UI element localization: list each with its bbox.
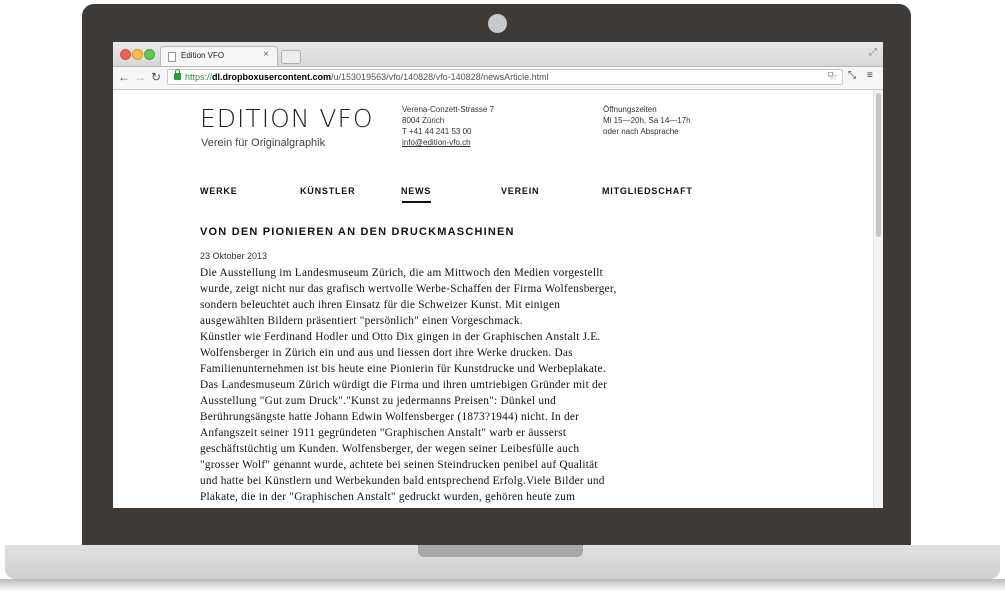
article-body: Die Ausstellung im Landesmuseum Zürich, …: [200, 265, 700, 505]
article-line: Das Landesmuseum Zürich würdigt die Firm…: [200, 379, 608, 391]
address-phone: T +41 44 241 53 00: [402, 127, 472, 136]
extension-icon[interactable]: ⤡: [848, 70, 856, 81]
article-line: ausgewählten Bildern präsentiert "persön…: [200, 315, 523, 327]
nav-item-news[interactable]: NEWS: [401, 186, 431, 196]
tab-close-icon[interactable]: ×: [263, 49, 269, 60]
forward-arrow-icon[interactable]: →: [134, 70, 146, 84]
nav-item-kuenstler[interactable]: KÜNSTLER: [300, 186, 355, 196]
nav-item-mitgliedschaft[interactable]: MITGLIEDSCHAFT: [602, 186, 693, 196]
article-line: Plakate, die in der "Graphischen Anstalt…: [200, 491, 576, 503]
minimize-window-icon[interactable]: [132, 49, 143, 60]
browser-window: Edition VFO × ⤢ ← → ↻ https://dl.dropbox…: [113, 42, 883, 508]
article-line: Künstler wie Ferdinand Hodler und Otto D…: [200, 331, 601, 343]
article-line: Die Ausstellung im Landesmuseum Zürich, …: [200, 267, 604, 279]
page-scrollbar[interactable]: [873, 90, 883, 508]
back-arrow-icon[interactable]: ←: [118, 70, 130, 84]
lock-icon: [174, 69, 181, 80]
hours-note: oder nach Absprache: [603, 127, 679, 136]
hours-label: Öffnungszeiten: [603, 105, 657, 114]
address-street: Verena-Conzett-Strasse 7: [402, 105, 495, 114]
article-line: Berührungsängste hatte Johann Edwin Wolf…: [200, 411, 580, 423]
opening-hours: Öffnungszeiten Mi 15—20h, Sa 14—17h oder…: [603, 104, 691, 137]
article-title: VON DEN PIONIEREN AN DEN DRUCKMASCHINEN: [200, 226, 515, 238]
laptop-base-notch: [418, 545, 583, 557]
contact-address: Verena-Conzett-Strasse 7 8004 Zürich T +…: [402, 104, 494, 148]
scrollbar-thumb[interactable]: [876, 93, 881, 237]
tab-title: Edition VFO: [181, 51, 225, 60]
url-host: dl.dropboxusercontent.com: [212, 72, 332, 82]
browser-toolbar: ← → ↻ https://dl.dropboxusercontent.com/…: [113, 67, 883, 90]
article-date: 23 Oktober 2013: [200, 251, 268, 261]
reload-icon[interactable]: ↻: [151, 70, 161, 84]
article-line: geschäftstüchtig um Kunden. Wolfensberge…: [200, 443, 580, 455]
menu-icon[interactable]: ≡: [867, 70, 873, 81]
maximize-window-icon[interactable]: [144, 49, 155, 60]
active-nav-indicator: [402, 201, 431, 203]
camera-icon: [488, 14, 507, 33]
site-logo[interactable]: EDITION VFO: [200, 104, 374, 133]
email-link[interactable]: info@edition-vfo.ch: [402, 137, 494, 148]
hours-times: Mi 15—20h, Sa 14—17h: [603, 116, 691, 125]
nav-item-verein[interactable]: VEREIN: [501, 186, 539, 196]
url-text[interactable]: https://dl.dropboxusercontent.com/u/1530…: [185, 72, 549, 82]
article-line: "grosser Wolf" genannt wurde, achtete be…: [200, 459, 598, 471]
close-window-icon[interactable]: [120, 49, 131, 60]
page-icon: [168, 52, 176, 62]
nav-item-werke[interactable]: WERKE: [200, 186, 238, 196]
address-city: 8004 Zürich: [402, 116, 445, 125]
url-scheme: https://: [185, 72, 213, 82]
article-line: sondern beleuchtet auch ihren Einsatz fü…: [200, 299, 561, 311]
laptop-shadow: [0, 579, 1005, 591]
article-line: Anfangszeit seiner 1911 gegründeten "Gra…: [200, 427, 567, 439]
address-bar[interactable]: https://dl.dropboxusercontent.com/u/1530…: [167, 69, 843, 85]
fullscreen-icon[interactable]: ⤢: [869, 47, 877, 58]
new-tab-button[interactable]: [281, 50, 301, 64]
article-line: Wolfensberger in Zürich ein und aus und …: [200, 347, 573, 359]
page-viewport: EDITION VFO Verein für Originalgraphik V…: [113, 90, 883, 508]
article-line: Familienunternehmen ist bis heute eine P…: [200, 363, 606, 375]
url-path: /u/153019563/vfo/140828/vfo-140828/newsA…: [331, 72, 549, 82]
tab-bar: Edition VFO × ⤢: [113, 42, 883, 67]
article-line: und hatte bei Künstlern und Werbekunden …: [200, 475, 605, 487]
article-line: wurde, zeigt nicht nur das grafisch wert…: [200, 283, 617, 295]
tab-edition-vfo[interactable]: Edition VFO ×: [160, 46, 278, 66]
article-line: Ausstellung "Gut zum Druck"."Kunst zu je…: [200, 395, 557, 407]
site-tagline: Verein für Originalgraphik: [201, 137, 326, 149]
cast-icon[interactable]: ⌑: [828, 70, 833, 81]
